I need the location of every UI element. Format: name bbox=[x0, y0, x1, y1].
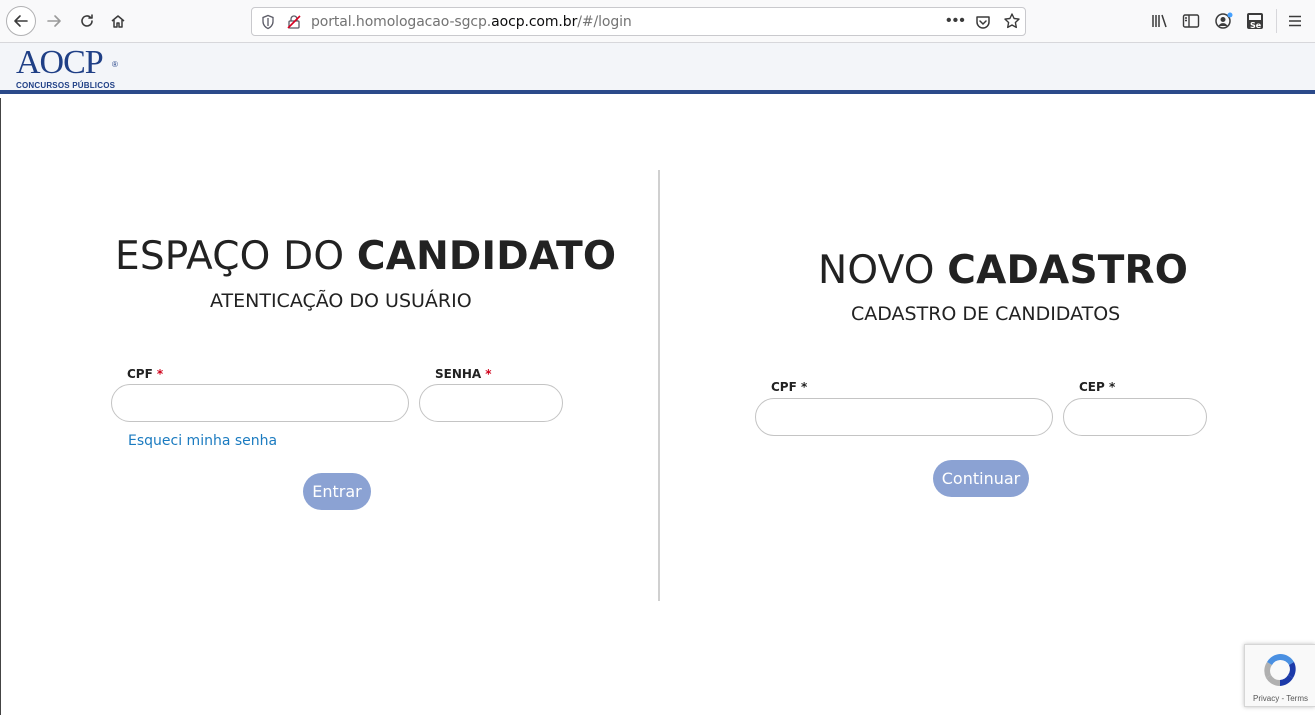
recaptcha-badge[interactable]: Privacy - Terms bbox=[1244, 644, 1315, 707]
register-subtitle: CADASTRO DE CANDIDATOS bbox=[851, 303, 1121, 325]
aocp-logo[interactable]: AOCP ® CONCURSOS PÚBLICOS bbox=[16, 44, 118, 91]
login-submit-button[interactable]: Entrar bbox=[303, 473, 371, 510]
register-cep-label: CEP * bbox=[1079, 380, 1116, 394]
url-text[interactable]: portal.homologacao-sgcp.aocp.com.br/#/lo… bbox=[311, 14, 632, 30]
logo-registered-mark: ® bbox=[112, 60, 118, 69]
recaptcha-footer[interactable]: Privacy - Terms bbox=[1245, 694, 1315, 703]
url-bar[interactable]: portal.homologacao-sgcp.aocp.com.br/#/lo… bbox=[251, 7, 1026, 36]
logo-subtitle: CONCURSOS PÚBLICOS bbox=[16, 81, 116, 90]
login-senha-label: SENHA * bbox=[435, 367, 492, 381]
bookmark-star-icon[interactable] bbox=[1003, 12, 1021, 30]
account-icon[interactable] bbox=[1213, 11, 1233, 31]
url-domain: aocp.com.br bbox=[491, 14, 578, 30]
register-title: NOVO CADASTRO bbox=[818, 248, 1189, 293]
library-icon[interactable] bbox=[1150, 11, 1170, 31]
svg-text:Se: Se bbox=[1250, 21, 1262, 30]
sidebar-icon[interactable] bbox=[1181, 11, 1201, 31]
insecure-lock-icon[interactable] bbox=[286, 14, 302, 30]
recaptcha-logo-icon bbox=[1264, 653, 1296, 687]
login-senha-input[interactable] bbox=[419, 384, 563, 422]
forgot-password-link[interactable]: Esqueci minha senha bbox=[128, 433, 277, 449]
site-header: AOCP ® CONCURSOS PÚBLICOS bbox=[0, 43, 1315, 94]
selenium-extension-icon[interactable]: Se bbox=[1245, 11, 1265, 31]
login-title: ESPAÇO DO CANDIDATO bbox=[115, 234, 617, 279]
forward-icon[interactable] bbox=[40, 7, 68, 35]
pocket-icon[interactable] bbox=[974, 13, 992, 31]
toolbar-separator bbox=[1276, 9, 1277, 33]
left-edge-line bbox=[0, 98, 1, 715]
login-subtitle: ATENTICAÇÃO DO USUÁRIO bbox=[210, 290, 472, 312]
logo-text: AOCP ® bbox=[16, 44, 118, 81]
login-cpf-input[interactable] bbox=[111, 384, 409, 422]
register-continue-button[interactable]: Continuar bbox=[933, 460, 1029, 497]
url-prefix: portal.homologacao-sgcp. bbox=[311, 14, 492, 30]
url-suffix: /#/login bbox=[577, 14, 632, 30]
tracking-shield-icon[interactable] bbox=[260, 14, 276, 30]
reload-icon[interactable] bbox=[73, 7, 101, 35]
register-cpf-input[interactable] bbox=[755, 398, 1053, 436]
menu-icon[interactable] bbox=[1285, 11, 1305, 31]
back-icon[interactable] bbox=[6, 6, 36, 36]
panel-divider bbox=[658, 170, 660, 601]
register-cpf-label: CPF * bbox=[771, 380, 808, 394]
home-icon[interactable] bbox=[104, 7, 132, 35]
login-cpf-label: CPF * bbox=[127, 367, 164, 381]
browser-toolbar: portal.homologacao-sgcp.aocp.com.br/#/lo… bbox=[0, 0, 1315, 43]
page-actions-icon[interactable]: ••• bbox=[946, 12, 966, 30]
register-cep-input[interactable] bbox=[1063, 398, 1207, 436]
